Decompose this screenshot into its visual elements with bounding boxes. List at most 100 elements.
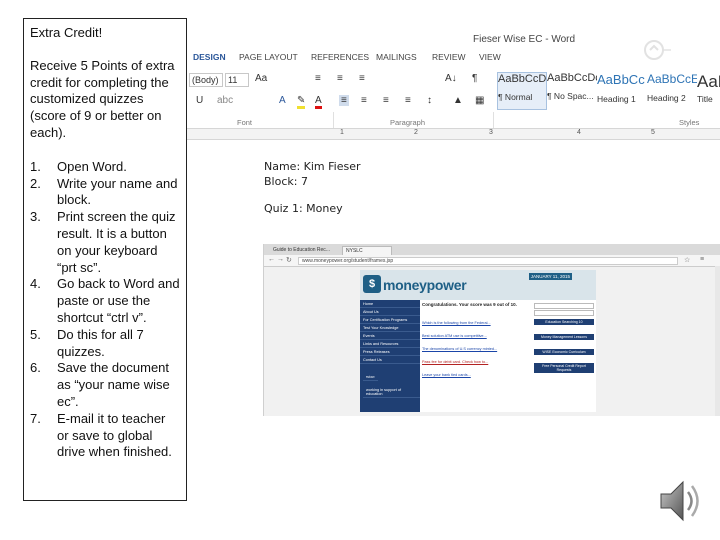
justify-icon[interactable]: ≡ (405, 95, 411, 106)
tab-mailings[interactable]: MAILINGS (376, 52, 417, 62)
site-nav-item: Events (360, 332, 420, 340)
result-link: Which is the following from the Federal.… (422, 321, 491, 326)
speaker-icon[interactable] (655, 476, 705, 526)
font-name-box[interactable]: (Body) (189, 73, 223, 87)
doc-quiz-line: Quiz 1: Money (264, 202, 343, 215)
steps-list: 1. Open Word. 2. Write your name and block… (30, 159, 180, 461)
back-icon: ← (268, 256, 275, 263)
text-effects-icon[interactable]: A (279, 95, 286, 106)
tab-page-layout[interactable]: PAGE LAYOUT (239, 52, 298, 62)
tab-design[interactable]: DESIGN (193, 52, 226, 62)
login-field (534, 303, 594, 309)
tab-view[interactable]: VIEW (479, 52, 501, 62)
pasted-screenshot: Guide to Education Rec... NYSLC ← → ↻ ww… (263, 244, 720, 416)
underline-icon[interactable]: U (196, 95, 203, 106)
align-left-icon[interactable]: ≡ (339, 95, 349, 106)
style-normal[interactable]: AaBbCcDc ¶ Normal (497, 72, 547, 110)
site-nav-item: For Certification Programs (360, 316, 420, 324)
forward-icon: → (277, 256, 284, 263)
borders-icon[interactable]: ▦ (475, 95, 484, 106)
step-item: 4. Go back to Word and paste or use the s… (30, 276, 180, 325)
site-nav-item: Links and Resources (360, 340, 420, 348)
style-heading-2[interactable]: AaBbCcE Heading 2 (647, 72, 697, 110)
result-link: Leave your bank tied cards... (422, 373, 471, 378)
font-group-label: Font (237, 118, 253, 127)
bullets-icon[interactable]: ≡ (315, 73, 321, 84)
paragraph-group-label: Paragraph (390, 118, 426, 127)
multilevel-list-icon[interactable]: ≡ (359, 73, 365, 84)
doc-name-line: Name: Kim Fieser (264, 160, 361, 173)
site-nav-item: About Us (360, 308, 420, 316)
styles-group-label: Styles (679, 118, 700, 127)
results-note (422, 308, 532, 312)
font-color-icon[interactable]: A (315, 95, 322, 109)
sort-icon[interactable]: A↓ (445, 73, 457, 84)
site-date: JANUARY 11, 2015 (528, 273, 572, 280)
ruler-number: 5 (651, 129, 655, 136)
instructions-intro: Receive 5 Points of extra credit for com… (30, 57, 175, 140)
doc-block-line: Block: 7 (264, 175, 308, 188)
tab-review[interactable]: REVIEW (432, 52, 466, 62)
star-icon: ☆ (684, 257, 691, 264)
moneypower-logo-icon: $ (363, 275, 381, 293)
menu-icon: ≡ (700, 256, 705, 263)
sidebar-text (534, 325, 594, 331)
browser-address-bar: ← → ↻ www.moneypower.org/student/frames.… (264, 255, 720, 267)
sidebar-header: Free Personal Credit Report Requests (534, 363, 594, 374)
word-titlebar: Fieser Wise EC - Word (187, 28, 720, 60)
instructions-box: Extra Credit! Receive 5 Points of extra … (23, 18, 187, 501)
wise-logo: wise (363, 372, 378, 381)
step-item: 7. E-mail it to teacher or save to global… (30, 410, 172, 460)
ruler-number: 3 (489, 129, 493, 136)
show-marks-icon[interactable]: ¶ (472, 73, 477, 84)
step-item: 3. Print screen the quiz result. It is a … (30, 209, 176, 275)
url-field: www.moneypower.org/student/frames.jsp (298, 257, 678, 265)
ruler-number: 1 (340, 129, 344, 136)
result-link: The denominations of U.S currency minted… (422, 347, 498, 352)
score-message: Congratulations. Your score was 9 out of… (422, 302, 517, 307)
style-title[interactable]: AaB Title (697, 72, 720, 110)
result-link-wrong: Pass fee for debit card. Check how to... (422, 360, 489, 365)
sidebar-text (534, 355, 594, 361)
reload-icon: ↻ (286, 257, 292, 264)
step-item: 2. Write your name and block. (30, 175, 178, 208)
ruler: 1 2 3 4 5 (187, 128, 720, 140)
site-nav-item: Home (360, 300, 420, 308)
strikethrough-icon[interactable]: abc (217, 95, 233, 106)
step-item: 5. Do this for all 7 quizzes. (30, 326, 144, 359)
site-nav-item: Contact Us (360, 356, 420, 364)
wise-tagline: working in support of education (363, 386, 420, 398)
word-window: Fieser Wise EC - Word DESIGN PAGE LAYOUT… (187, 28, 720, 540)
window-title: Fieser Wise EC - Word (473, 34, 576, 45)
browser-tab: NYSLC (342, 246, 392, 255)
ribbon: (Body) 11 Aa U abc A ✎ A ≡ ≡ ≡ A↓ ¶ ≡ ≡ … (187, 66, 720, 160)
align-center-icon[interactable]: ≡ (361, 95, 367, 106)
site-nav-item: Press Releases (360, 348, 420, 356)
browser-tab: Guide to Education Rec... (273, 247, 330, 253)
change-case-button[interactable]: Aa (255, 73, 267, 84)
result-link: Best solution ATM use is competitive... (422, 334, 487, 339)
font-size-box[interactable]: 11 (225, 73, 249, 87)
ruler-number: 2 (414, 129, 418, 136)
site-nav-item: Test Your Knowledge (360, 324, 420, 332)
shading-icon[interactable]: ▲ (453, 95, 463, 106)
instructions-title: Extra Credit! (30, 25, 103, 40)
document-body[interactable]: Name: Kim Fieser Block: 7 Quiz 1: Money … (187, 140, 720, 540)
style-no-spacing[interactable]: AaBbCcDc ¶ No Spac... (547, 72, 597, 110)
numbering-icon[interactable]: ≡ (337, 73, 343, 84)
sidebar-text (534, 340, 594, 346)
ruler-number: 4 (577, 129, 581, 136)
ribbon-tabs: DESIGN PAGE LAYOUT REFERENCES MAILINGS R… (187, 50, 720, 64)
style-heading-1[interactable]: AaBbCc Heading 1 (597, 72, 647, 110)
highlight-icon[interactable]: ✎ (297, 95, 306, 109)
align-right-icon[interactable]: ≡ (383, 95, 389, 106)
step-item: 1. Open Word. (30, 158, 127, 174)
site-sidebar: Education Searching 10 Money Management … (534, 302, 594, 410)
tab-references[interactable]: REFERENCES (311, 52, 369, 62)
moneypower-site: $ moneypower JANUARY 11, 2015 Home About… (360, 270, 596, 412)
site-header: $ moneypower JANUARY 11, 2015 (360, 270, 596, 300)
line-spacing-icon[interactable]: ↕ (427, 95, 432, 106)
step-item: 6. Save the document as “your name wise e… (30, 360, 170, 409)
browser-tabs: Guide to Education Rec... NYSLC (264, 244, 720, 255)
site-logo: moneypower (383, 277, 467, 293)
